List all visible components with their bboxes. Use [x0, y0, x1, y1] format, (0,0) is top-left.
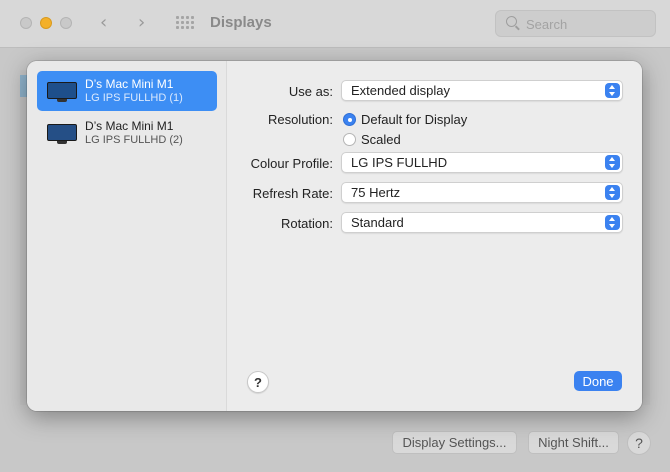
colour-profile-label: Colour Profile:	[250, 156, 333, 171]
colour-profile-value: LG IPS FULLHD	[351, 155, 448, 170]
resolution-scaled-label[interactable]: Scaled	[361, 132, 401, 147]
refresh-rate-label: Refresh Rate:	[252, 186, 333, 201]
search-field[interactable]	[495, 10, 656, 37]
display-list-item-2[interactable]: D’s Mac Mini M1 LG IPS FULLHD (2)	[37, 113, 217, 153]
display-subtitle: LG IPS FULLHD (2)	[85, 134, 183, 146]
display-name: D’s Mac Mini M1	[85, 119, 174, 133]
window-help-button[interactable]: ?	[627, 431, 651, 455]
popup-chevron-icon	[605, 83, 620, 98]
night-shift-button[interactable]: Night Shift...	[528, 431, 619, 454]
resolution-label: Resolution:	[267, 112, 333, 127]
use-as-value: Extended display	[351, 83, 451, 98]
rotation-popup[interactable]: Standard	[341, 212, 623, 233]
resolution-scaled-radio[interactable]	[343, 133, 356, 146]
display-settings-sheet: D’s Mac Mini M1 LG IPS FULLHD (1) D’s Ma…	[27, 61, 642, 411]
popup-chevron-icon	[605, 185, 620, 200]
use-as-popup[interactable]: Extended display	[341, 80, 623, 101]
back-arrow-icon[interactable]: ‹	[100, 12, 107, 33]
monitor-icon	[47, 124, 77, 144]
refresh-rate-value: 75 Hertz	[351, 185, 401, 200]
minimize-window-button[interactable]	[40, 17, 52, 29]
display-list-item-1[interactable]: D’s Mac Mini M1 LG IPS FULLHD (1)	[37, 71, 217, 111]
zoom-window-button[interactable]	[60, 17, 72, 29]
forward-arrow-icon[interactable]: ›	[138, 12, 145, 33]
rotation-value: Standard	[351, 215, 404, 230]
search-icon	[506, 16, 517, 27]
resolution-default-radio[interactable]	[343, 113, 356, 126]
display-settings-button[interactable]: Display Settings...	[392, 431, 517, 454]
close-window-button[interactable]	[20, 17, 32, 29]
colour-profile-popup[interactable]: LG IPS FULLHD	[341, 152, 623, 173]
refresh-rate-popup[interactable]: 75 Hertz	[341, 182, 623, 203]
done-button[interactable]: Done	[574, 371, 622, 391]
resolution-default-label[interactable]: Default for Display	[361, 112, 467, 127]
display-list-sidebar: D’s Mac Mini M1 LG IPS FULLHD (1) D’s Ma…	[27, 61, 227, 411]
use-as-label: Use as:	[288, 84, 333, 99]
search-input[interactable]	[526, 15, 646, 33]
display-subtitle: LG IPS FULLHD (1)	[85, 92, 183, 104]
display-name: D’s Mac Mini M1	[85, 77, 174, 91]
popup-chevron-icon	[605, 155, 620, 170]
window-title: Displays	[210, 14, 272, 31]
popup-chevron-icon	[605, 215, 620, 230]
help-button[interactable]: ?	[247, 371, 269, 393]
monitor-icon	[47, 82, 77, 102]
display-settings-panel: Use as: Extended display Resolution: Def…	[227, 61, 642, 411]
rotation-label: Rotation:	[280, 216, 333, 231]
title-bar: ‹ › Displays	[0, 0, 670, 48]
show-all-grid-icon[interactable]	[176, 16, 195, 31]
